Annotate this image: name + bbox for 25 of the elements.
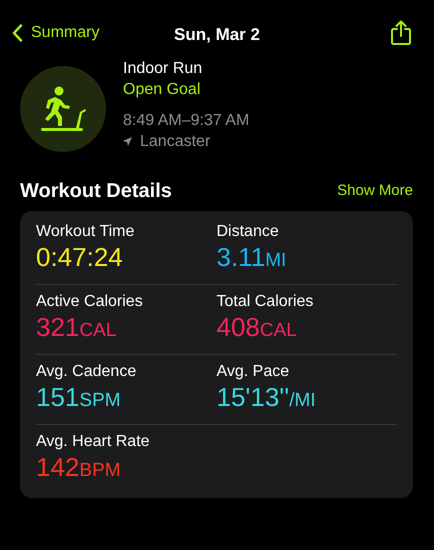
nav-title: Sun, Mar 2 bbox=[174, 24, 260, 46]
metric-label: Avg. Heart Rate bbox=[36, 432, 151, 452]
workout-name: Indoor Run bbox=[123, 59, 204, 79]
metric-value: 151SPM bbox=[36, 382, 122, 414]
section-title: Workout Details bbox=[20, 179, 172, 204]
metric-label: Workout Time bbox=[36, 222, 136, 242]
metric-label: Avg. Cadence bbox=[36, 362, 138, 382]
metric-value: 142BPM bbox=[36, 452, 122, 484]
show-more-link[interactable]: Show More bbox=[337, 180, 413, 202]
time-range: 8:49 AM–9:37 AM bbox=[123, 111, 250, 131]
metric-label: Total Calories bbox=[216, 292, 314, 312]
metric-label: Avg. Pace bbox=[216, 362, 290, 382]
metric-label: Distance bbox=[216, 222, 280, 242]
location-label: Lancaster bbox=[140, 132, 210, 152]
goal-label: Open Goal bbox=[123, 80, 202, 100]
back-button[interactable]: Summary bbox=[12, 21, 100, 45]
metric-value: 0:47:24 bbox=[36, 242, 124, 272]
chevron-left-icon bbox=[12, 24, 23, 42]
metric-value: 3.11MI bbox=[216, 242, 288, 274]
share-button[interactable] bbox=[390, 20, 412, 46]
metric-label: Active Calories bbox=[36, 292, 144, 312]
metric-value: 408CAL bbox=[216, 312, 298, 344]
metric-value: 15'13''/MI bbox=[216, 382, 317, 414]
location-arrow-icon bbox=[123, 137, 132, 146]
metric-value: 321CAL bbox=[36, 312, 118, 344]
